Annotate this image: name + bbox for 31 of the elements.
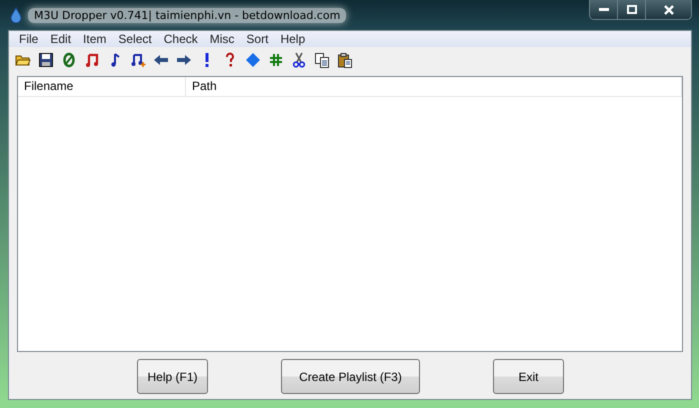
menu-item[interactable]: Help [274, 31, 312, 47]
menu-item[interactable]: File [13, 31, 44, 47]
diamond-icon[interactable] [245, 52, 261, 68]
close-icon [664, 4, 674, 14]
column-header[interactable]: Filename [18, 77, 186, 96]
dialog-button[interactable]: Exit [493, 359, 564, 394]
music-note-plus-icon[interactable] [130, 52, 146, 68]
dialog-button[interactable]: Create Playlist (F3) [281, 359, 420, 394]
slashed-zero-icon[interactable] [61, 52, 77, 68]
column-header[interactable]: Path [186, 77, 682, 96]
maximize-button[interactable] [618, 0, 646, 19]
right-arrow-icon[interactable] [176, 52, 192, 68]
copy-icon[interactable] [314, 52, 330, 68]
close-button[interactable] [646, 0, 691, 19]
left-arrow-icon[interactable] [153, 52, 169, 68]
paste-icon[interactable] [337, 52, 353, 68]
menu-item[interactable]: Sort [240, 31, 274, 47]
minimize-button[interactable] [590, 0, 618, 19]
music-note-icon[interactable] [84, 52, 100, 68]
menu-item[interactable]: Item [77, 31, 112, 47]
dialog-button[interactable]: Help (F1) [137, 359, 208, 394]
menu-item[interactable]: Edit [44, 31, 78, 47]
menu-item[interactable]: Check [158, 31, 204, 47]
menu-item[interactable]: Select [112, 31, 158, 47]
window-title: M3U Dropper v0.741| taimienphi.vn - betdownload.com [28, 8, 346, 22]
minimize-icon [598, 8, 608, 12]
scissors-icon[interactable] [291, 52, 307, 68]
hash-icon[interactable] [268, 52, 284, 68]
menu-item[interactable]: Misc [204, 31, 240, 47]
app-icon [10, 7, 22, 23]
maximize-icon [626, 5, 636, 14]
